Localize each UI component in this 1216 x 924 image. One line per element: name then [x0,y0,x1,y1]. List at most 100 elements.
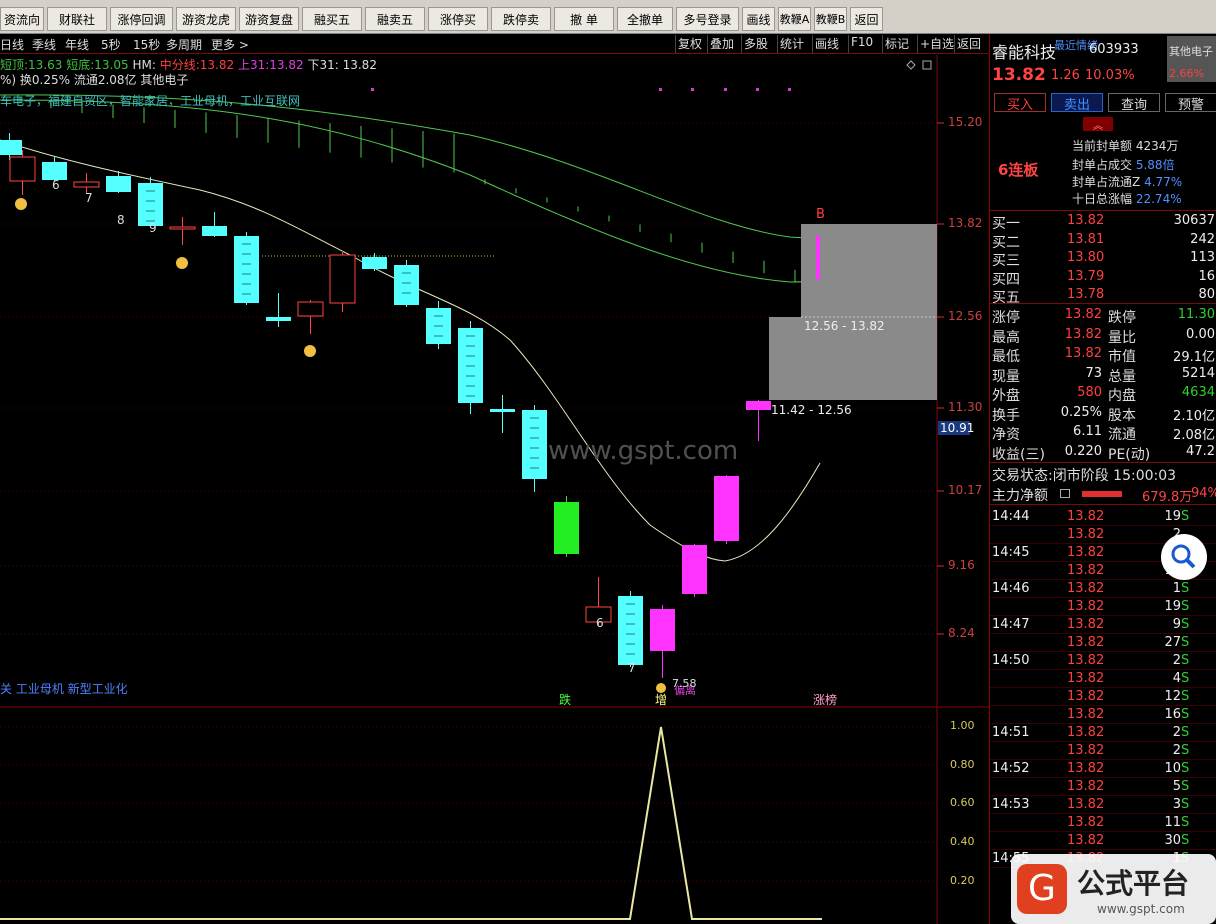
tool-overlay[interactable]: 叠加 [707,35,736,53]
ma-line [0,139,821,562]
tick-volume: 2 [1172,725,1181,740]
stat-value: 13.82 [1064,346,1102,361]
y-axis-label: 15.20 [948,115,983,129]
period-5s[interactable]: 5秒 [101,36,121,53]
toolbar-button-limit-sell[interactable]: 跌停卖 [491,7,551,31]
axis-ticks [937,122,944,635]
period-multi[interactable]: 多周期 [166,36,202,53]
range-label-lower: 11.42 - 12.56 [771,403,852,417]
bid-price: 13.78 [1067,287,1105,302]
stock-code: 603933 [1089,42,1139,57]
toolbar-button-cls[interactable]: 财联社 [47,7,107,31]
tool-f10[interactable]: F10 [848,35,875,53]
period-day[interactable]: 日线 [0,36,24,53]
kline-chart[interactable] [0,55,989,924]
tool-restore-rights[interactable]: 复权 [675,35,704,53]
bid-row[interactable]: 买三 13.80 113 [990,249,1216,269]
toolbar-button-hot-money[interactable]: 游资龙虎 [176,7,236,31]
tool-draw-line[interactable]: 画线 [812,35,841,53]
logo-text: 公式平台 [1077,867,1190,900]
toolbar: 资流向 财联社 涨停回调 游资龙虎 游资复盘 融买五 融卖五 涨停买 跌停卖 撤… [0,0,1216,34]
tick-side: S [1181,599,1190,614]
bid-row[interactable]: 买二 13.81 242 [990,231,1216,251]
bid-row[interactable]: 买四 13.79 16 [990,268,1216,288]
square-icon[interactable] [922,60,932,70]
candle-body [714,476,739,541]
candle-body [0,140,22,155]
period-quarter[interactable]: 季线 [32,36,56,53]
tool-return[interactable]: 返回 [954,35,983,53]
buy-button[interactable]: 买入 [994,93,1046,113]
toolbar-button-limit-pullback[interactable]: 涨停回调 [110,7,173,31]
period-year[interactable]: 年线 [65,36,89,53]
wave-count: 9 [149,221,157,235]
tick-side: S [1181,743,1190,758]
toolbar-button-pointer-b[interactable]: 教鞭B [814,7,847,31]
toolbar-button-cancel-all[interactable]: 全撤单 [617,7,673,31]
turnover-info: %) 换0.25% 流通2.08亿 其他电子 [0,73,189,87]
candle-body [9,156,36,182]
period-15s[interactable]: 15秒 [133,36,160,53]
toolbar-button-margin-sell[interactable]: 融卖五 [365,7,425,31]
toolbar-button-margin-buy[interactable]: 融买五 [302,7,362,31]
collapse-icon[interactable]: ︽ [1083,117,1113,132]
bid-row[interactable]: 买五 13.78 80 [990,286,1216,306]
watermark: www.gspt.com [548,436,739,466]
stat-label: 市值 [1108,349,1136,365]
period-nav: 日线 季线 年线 5秒 15秒 多周期 更多 > 复权 叠加 多股 统计 画线 … [0,34,988,54]
sector-box[interactable]: 其他电子 2.66% [1167,36,1216,82]
tool-add-watchlist[interactable]: +自选 [917,35,956,53]
candle-body [522,410,547,479]
toolbar-button-replay[interactable]: 游资复盘 [239,7,299,31]
stock-name: 睿能科技 [992,43,1057,62]
tick-volume: 3 [1172,797,1181,812]
tick-side: S [1181,689,1190,704]
candle-body [490,409,515,412]
oscillator-axis-label: 0.80 [950,758,975,771]
bid-level: 买五 [992,290,1020,306]
toolbar-button-limit-buy[interactable]: 涨停买 [428,7,488,31]
wave-count: 6 [596,616,604,630]
logo-overlay: G 公式平台 www.gspt.com [1011,854,1216,924]
stat-label: 股本 [1108,407,1136,424]
alert-button[interactable]: 预警 [1165,93,1216,113]
toolbar-button-back[interactable]: 返回 [850,7,883,31]
menu-icon[interactable] [1060,489,1070,498]
candle-body [618,596,643,665]
bid-row[interactable]: 买一 13.82 30637 [990,212,1216,232]
search-icon[interactable] [1161,534,1207,580]
signal-dots [371,88,791,91]
diamond-icon[interactable] [906,60,916,70]
tick-side: S [1181,617,1190,632]
concept-tags: 车电子，福建自贸区，智能家居，工业母机，工业互联网 [0,94,301,108]
tool-statistics[interactable]: 统计 [777,35,806,53]
sell-button[interactable]: 卖出 [1051,93,1103,113]
tick-price: 13.82 [1067,599,1105,614]
candle-body [106,176,131,192]
tick-price: 13.82 [1067,797,1105,812]
tick-price: 13.82 [1067,779,1105,794]
tool-multi-stock[interactable]: 多股 [741,35,770,53]
main-flow-label: 主力净额 [992,488,1048,504]
stats-row: 最高 13.82 量比 0.00 [990,326,1216,346]
tick-side: S [1181,581,1190,596]
stats-row: 最低 13.82 市值 29.1亿 [990,345,1216,365]
toolbar-button-pointer-a[interactable]: 教鞭A [778,7,811,31]
tick-time: 14:53 [992,797,1030,812]
stat-label: 量比 [1108,329,1136,346]
toolbar-button-fund-flow[interactable]: 资流向 [0,7,44,31]
tool-mark[interactable]: 标记 [882,35,911,53]
y-axis-label: 11.30 [948,400,983,414]
tick-price: 13.82 [1067,509,1105,524]
toolbar-button-cancel[interactable]: 撤 单 [554,7,614,31]
candle-body [202,226,227,236]
oscillator-axis-label: 0.40 [950,835,975,848]
query-button[interactable]: 查询 [1108,93,1160,113]
tick-volume: 30 [1164,833,1181,848]
candle-body [297,301,324,317]
period-more[interactable]: 更多 > [211,36,249,53]
toolbar-button-draw[interactable]: 画线 [742,7,775,31]
toolbar-button-multi-login[interactable]: 多号登录 [676,7,739,31]
smiley-icon [304,345,316,357]
buy-signal-marker: B [816,207,825,222]
